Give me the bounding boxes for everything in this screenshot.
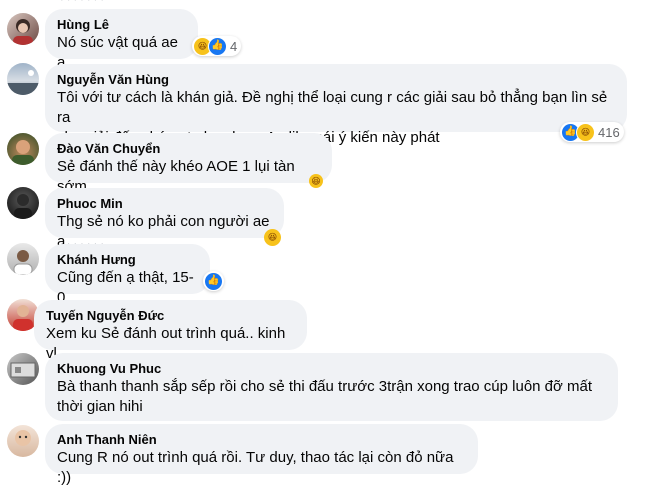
haha-emoji-icon: 😆 [309, 174, 323, 188]
reaction-summary[interactable]: 😆 [264, 227, 281, 247]
commenter-name[interactable]: Đào Văn Chuyển [57, 141, 320, 157]
avatar[interactable] [7, 243, 39, 275]
reaction-summary[interactable]: 👍 [203, 271, 224, 291]
avatar[interactable] [7, 133, 39, 165]
comment-text-line: Tôi với tư cách là khán giả. Đề nghị thể… [57, 89, 608, 126]
avatar[interactable] [7, 353, 39, 385]
comment-bubble: Phuoc Min Thg sẻ nó ko phải con người ae… [45, 188, 284, 250]
comment-bubble: Nguyễn Văn Hùng Tôi với tư cách là khán … [45, 64, 627, 146]
reaction-summary[interactable]: 😆 👍 4 [192, 36, 242, 56]
reaction-count: 416 [598, 124, 620, 140]
comment-bubble: Hùng Lê Nó súc vật quá ae ạ. [45, 9, 198, 71]
like-icon: 👍 [205, 272, 222, 290]
commenter-name[interactable]: Nguyễn Văn Hùng [57, 72, 615, 88]
comment-bubble: Khánh Hưng Cũng đến ạ thật, 15-0 [45, 244, 210, 306]
commenter-name[interactable]: Hùng Lê [57, 17, 186, 33]
avatar[interactable] [7, 63, 39, 95]
comment-bubble: Đào Văn Chuyển Sẻ đánh thế này khéo AOE … [45, 133, 332, 195]
avatar[interactable] [7, 13, 39, 45]
reaction-count: 4 [230, 38, 238, 54]
commenter-name[interactable]: Phuoc Min [57, 196, 272, 212]
like-icon: 👍 [208, 36, 227, 56]
comment-bubble: Khuong Vu Phuc Bà thanh thanh sắp sếp rồ… [45, 353, 618, 421]
comment-text: Cung R nó out trình quá rồi. Tư duy, tha… [57, 449, 454, 486]
reaction-summary[interactable]: 👍 😆 416 [560, 122, 624, 142]
faded-meta-row: · · · · · · · [60, 0, 104, 6]
commenter-name[interactable]: Tuyến Nguyễn Đức [46, 308, 295, 324]
comment-bubble: Anh Thanh Niên Cung R nó out trình quá r… [45, 424, 478, 486]
comment-text-line: thời gian hihi [57, 398, 143, 415]
commenter-name[interactable]: Khuong Vu Phuc [57, 361, 606, 377]
commenter-name[interactable]: Anh Thanh Niên [57, 432, 466, 448]
avatar[interactable] [7, 187, 39, 219]
comment-bubble: Tuyến Nguyễn Đức Xem ku Sẻ đánh out trìn… [34, 300, 307, 362]
haha-emoji-icon: 😆 [264, 228, 281, 246]
commenter-name[interactable]: Khánh Hưng [57, 252, 198, 268]
reaction-summary[interactable]: 😆 [309, 171, 323, 191]
haha-emoji-icon: 😆 [576, 122, 595, 142]
avatar[interactable] [7, 425, 39, 457]
comment-text-line: Bà thanh thanh sắp sếp rồi cho sẻ thi đấ… [57, 378, 593, 395]
